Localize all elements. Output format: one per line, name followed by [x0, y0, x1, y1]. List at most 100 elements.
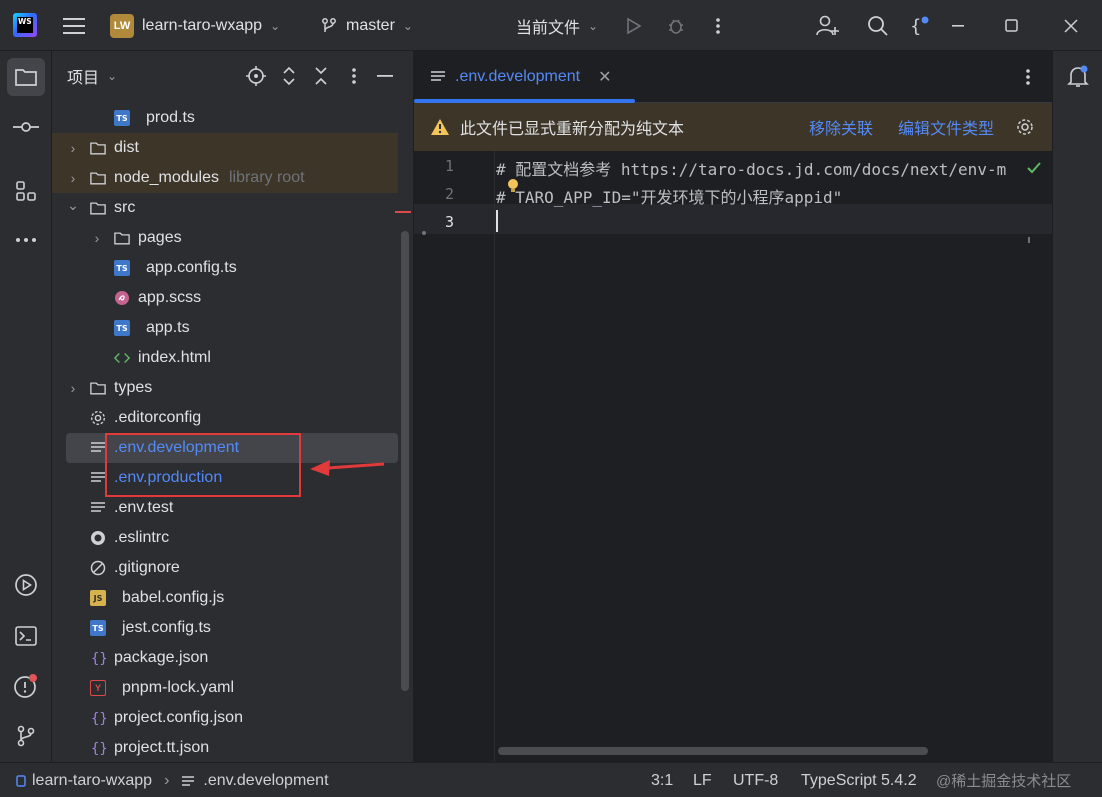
more-tools-icon[interactable]	[7, 221, 45, 259]
structure-icon[interactable]	[7, 172, 45, 210]
tree-item[interactable]: ⌄ src	[52, 193, 398, 223]
locate-file-icon[interactable]	[242, 62, 270, 90]
debug-icon[interactable]	[662, 12, 690, 40]
panel-options-icon[interactable]	[340, 62, 368, 90]
text-file-icon	[431, 71, 445, 81]
project-panel-header: 项目 ⌄	[52, 51, 413, 101]
tree-item[interactable]: .editorconfig	[52, 403, 398, 433]
folder-icon	[90, 200, 106, 216]
run-config-selector[interactable]: 当前文件 ⌄	[516, 0, 598, 51]
ai-assistant-icon[interactable]: {	[906, 12, 934, 40]
main-menu-icon[interactable]	[60, 12, 88, 40]
maximize-icon[interactable]	[998, 12, 1026, 40]
add-user-icon[interactable]	[814, 12, 842, 40]
project-tool-icon[interactable]	[7, 58, 45, 96]
eslint-icon	[90, 530, 106, 546]
collapse-all-icon[interactable]	[307, 62, 335, 90]
code-line[interactable]: # TARO_APP_ID="开发环境下的小程序appid"	[496, 184, 842, 208]
webstorm-logo: WS	[13, 13, 37, 37]
run-tool-icon[interactable]	[7, 566, 45, 604]
tree-item[interactable]: › types	[52, 373, 398, 403]
svg-text:{: {	[910, 16, 921, 37]
tree-item[interactable]: TS prod.ts	[52, 103, 398, 133]
terminal-icon[interactable]	[7, 617, 45, 655]
tree-item[interactable]: › pages	[52, 223, 398, 253]
more-actions-icon[interactable]	[704, 12, 732, 40]
minimize-icon[interactable]	[946, 12, 974, 40]
tab-close-icon[interactable]: ✕	[598, 67, 611, 87]
tree-item[interactable]: › dist	[52, 133, 398, 163]
expand-all-icon[interactable]	[275, 62, 303, 90]
project-selector[interactable]: LW learn-taro-wxapp ⌄	[110, 0, 280, 51]
text-icon	[90, 470, 106, 486]
gear-icon[interactable]	[1016, 118, 1034, 136]
remove-association-link[interactable]: 移除关联	[809, 115, 873, 139]
file-encoding[interactable]: UTF-8	[733, 763, 778, 797]
line-ending[interactable]: LF	[693, 763, 712, 797]
project-panel: 项目 ⌄ TS prod.ts › dist › node_modules library …	[52, 51, 414, 762]
chevron-down-icon: ⌄	[588, 18, 599, 33]
tree-item[interactable]: {} project.tt.json	[52, 733, 398, 762]
editor-horizontal-scrollbar[interactable]	[498, 747, 928, 755]
edit-file-type-link[interactable]: 编辑文件类型	[898, 115, 994, 139]
run-icon[interactable]	[620, 12, 648, 40]
inspection-ok-icon[interactable]	[1026, 161, 1042, 175]
chevron-down-icon: ⌄	[270, 18, 281, 33]
text-file-icon	[182, 775, 195, 786]
tree-item[interactable]: TS app.config.ts	[52, 253, 398, 283]
tree-item[interactable]: .env.test	[52, 493, 398, 523]
annotation-arrow	[310, 460, 385, 476]
tree-item[interactable]: app.scss	[52, 283, 398, 313]
lightbulb-icon[interactable]	[506, 178, 520, 194]
project-view-selector[interactable]: 项目 ⌄	[67, 51, 117, 101]
status-bar: learn-taro-wxapp › .env.development 3:1 …	[0, 762, 1102, 797]
chevron-right-icon[interactable]: ›	[90, 230, 104, 246]
chevron-right-icon[interactable]: ›	[66, 170, 80, 186]
notifications-icon[interactable]	[1059, 58, 1097, 96]
tree-item[interactable]: {} project.config.json	[52, 703, 398, 733]
tree-item[interactable]: Ypnpm-lock.yaml	[52, 673, 398, 703]
close-icon[interactable]	[1057, 12, 1085, 40]
text-icon	[90, 440, 106, 456]
chevron-right-icon[interactable]: ›	[66, 380, 80, 396]
branch-selector[interactable]: master ⌄	[320, 0, 413, 51]
tree-item-label: .eslintrc	[114, 529, 170, 546]
breadcrumb-project[interactable]: learn-taro-wxapp	[32, 772, 152, 790]
tree-item-label: src	[114, 199, 136, 216]
module-icon	[16, 774, 26, 787]
search-icon[interactable]	[864, 12, 892, 40]
language-service[interactable]: TypeScript 5.4.2	[801, 763, 917, 797]
code-line[interactable]: # 配置文档参考 https://taro-docs.jd.com/docs/n…	[496, 156, 1006, 180]
tree-item-label: dist	[114, 139, 139, 156]
tree-item-label: .env.test	[114, 499, 174, 516]
yaml-icon: Y	[90, 680, 114, 696]
tree-item[interactable]: TS jest.config.ts	[52, 613, 398, 643]
cursor-position[interactable]: 3:1	[651, 763, 673, 797]
tree-scrollbar[interactable]	[401, 231, 409, 691]
tree-item[interactable]: index.html	[52, 343, 398, 373]
tab-options-icon[interactable]	[1014, 63, 1042, 91]
tree-item[interactable]: .eslintrc	[52, 523, 398, 553]
git-icon[interactable]	[7, 717, 45, 755]
breadcrumb-file[interactable]: .env.development	[203, 772, 328, 790]
tree-item[interactable]: {} package.json	[52, 643, 398, 673]
tree-item-label: app.config.ts	[146, 259, 237, 276]
chevron-down-icon[interactable]: ⌄	[66, 197, 80, 214]
tree-item-label: project.tt.json	[114, 739, 210, 756]
tree-item[interactable]: › node_modules library root	[52, 163, 398, 193]
text-cursor	[496, 210, 498, 232]
line-number: 2	[444, 185, 454, 203]
commit-icon[interactable]	[7, 108, 45, 146]
tree-item[interactable]: JS babel.config.js	[52, 583, 398, 613]
tree-item[interactable]: TS app.ts	[52, 313, 398, 343]
json-icon: {}	[90, 710, 106, 726]
code-editor[interactable]: 1 # 配置文档参考 https://taro-docs.jd.com/docs…	[414, 151, 1052, 762]
current-line-highlight	[414, 204, 1052, 234]
chevron-right-icon[interactable]: ›	[66, 140, 80, 156]
hide-panel-icon[interactable]	[371, 62, 399, 90]
left-tool-strip	[0, 51, 52, 762]
right-tool-strip	[1052, 51, 1102, 762]
editor-tab[interactable]: .env.development ✕	[414, 51, 636, 103]
problems-icon[interactable]	[7, 667, 45, 705]
tree-item[interactable]: .gitignore	[52, 553, 398, 583]
